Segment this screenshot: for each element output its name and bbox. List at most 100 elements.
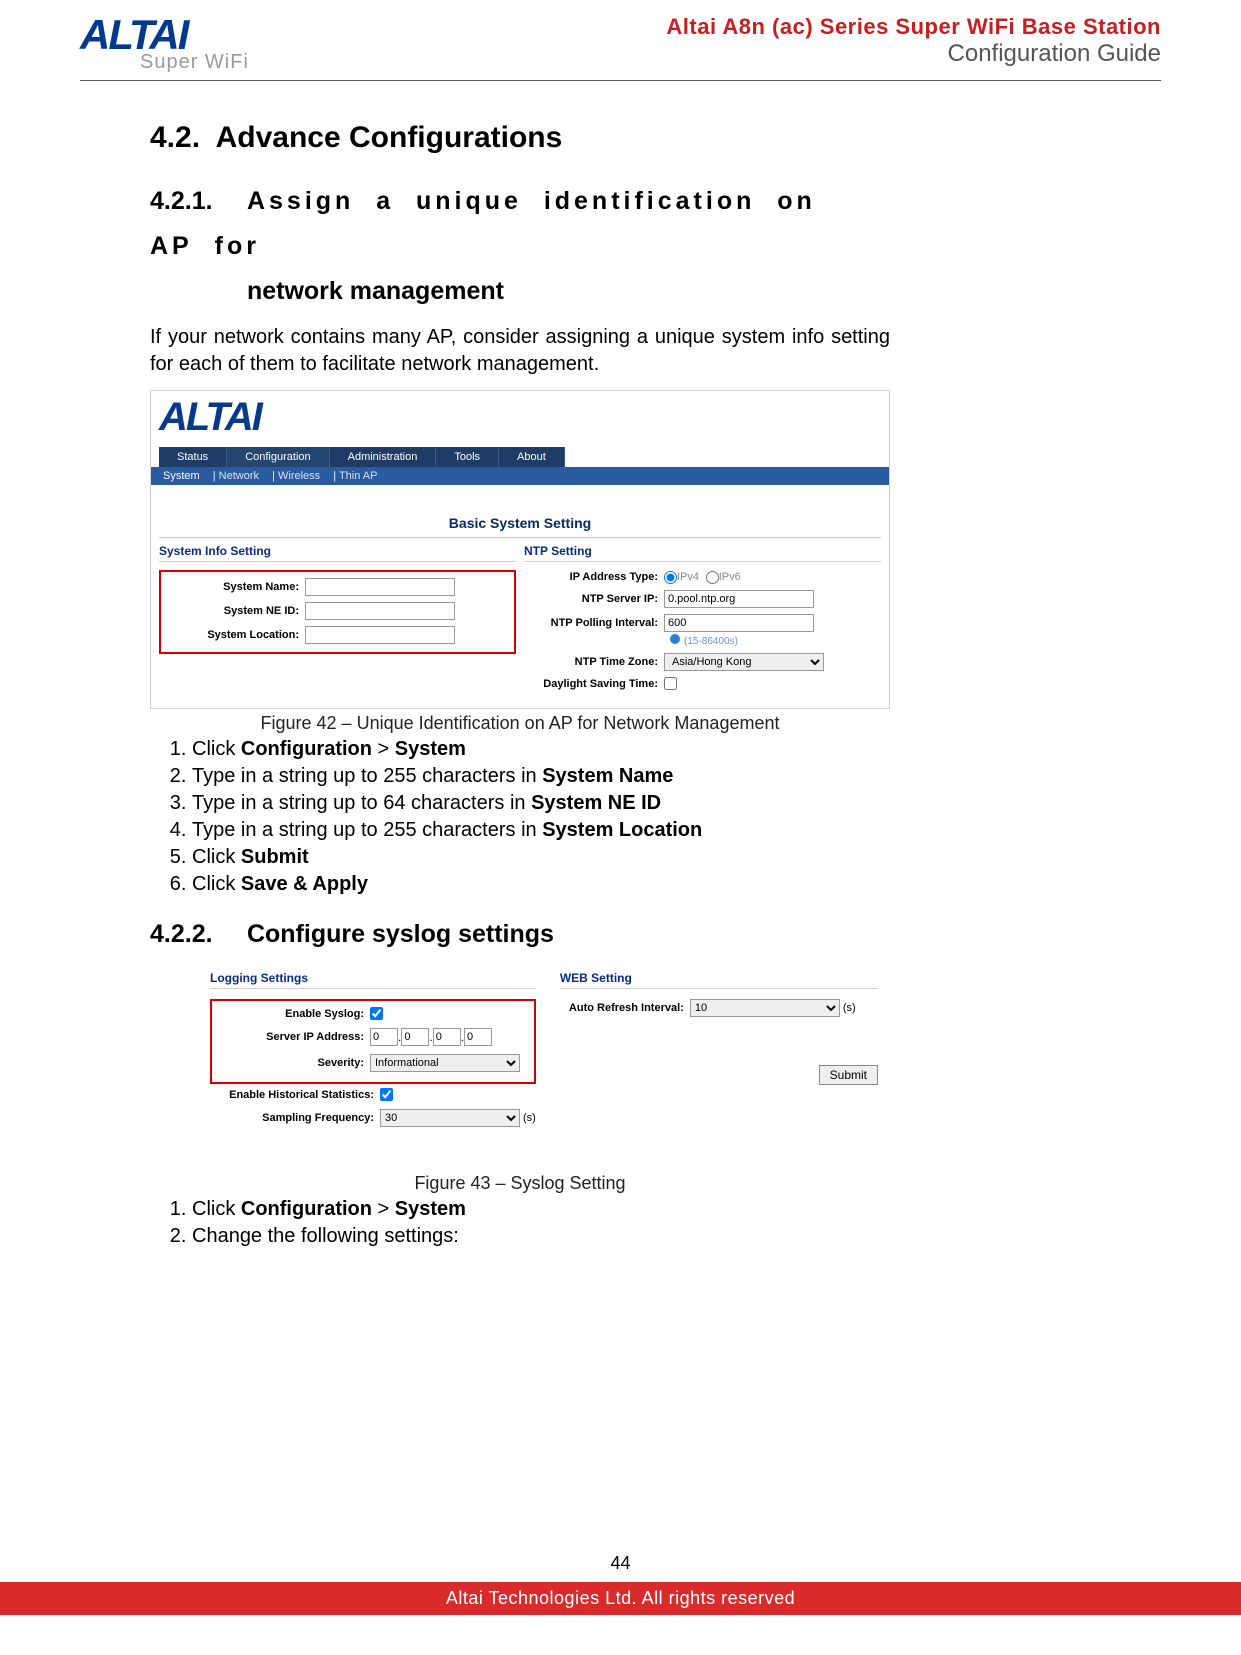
logo-subtext: Super WiFi: [140, 52, 249, 72]
col-left: System Info Setting System Name: System …: [159, 544, 516, 696]
subtab-network[interactable]: Network: [219, 470, 259, 482]
label-ntp-poll: NTP Polling Interval:: [524, 617, 664, 629]
cols2: Logging Settings Enable Syslog: Server I…: [210, 971, 878, 1135]
input-system-ne-id[interactable]: [305, 602, 455, 620]
ip-octet-3[interactable]: [433, 1028, 461, 1046]
cols: System Info Setting System Name: System …: [151, 544, 889, 708]
doc-title-block: Altai A8n (ac) Series Super WiFi Base St…: [666, 14, 1161, 68]
ip-octet-2[interactable]: [401, 1028, 429, 1046]
col-right: NTP Setting IP Address Type: IPv4 IPv6 N…: [524, 544, 881, 696]
info-icon: [670, 634, 680, 644]
steps-4-2-2: Click Configuration > System Change the …: [192, 1196, 890, 1250]
step3: Type in a string up to 64 characters in …: [192, 790, 890, 817]
field-enable-syslog: Enable Syslog:: [220, 1007, 526, 1020]
heading-4-2: 4.2. Advance Configurations: [150, 121, 890, 155]
heading-4-2-1-title-line1: Assign a unique identification on AP for: [150, 187, 827, 260]
ip-octet-4[interactable]: [464, 1028, 492, 1046]
label-server-ip: Server IP Address:: [220, 1031, 370, 1043]
heading-4-2-1-title-line2: network management: [247, 277, 504, 305]
hint-text: (15-86400s): [684, 636, 738, 647]
radio-ipv6-label: IPv6: [719, 571, 741, 583]
select-severity[interactable]: Informational: [370, 1054, 520, 1072]
label-ntp-server: NTP Server IP:: [524, 593, 664, 605]
input-ntp-server[interactable]: [664, 590, 814, 608]
step1b: Click Configuration > System: [192, 1196, 890, 1223]
label-ntp-tz: NTP Time Zone:: [524, 656, 664, 668]
radio-ipv6[interactable]: [706, 571, 719, 584]
tab-configuration[interactable]: Configuration: [227, 447, 329, 467]
field-system-location: System Location:: [165, 626, 510, 644]
heading-4-2-2: 4.2.2. Configure syslog settings: [150, 912, 890, 957]
webui-logo: ALTAI: [159, 395, 261, 439]
logo-block: ALTAI Super WiFi: [80, 14, 249, 72]
input-system-location[interactable]: [305, 626, 455, 644]
field-system-ne-id: System NE ID:: [165, 602, 510, 620]
system-info-setting-head: System Info Setting: [159, 544, 516, 562]
doc-title: Altai A8n (ac) Series Super WiFi Base St…: [666, 14, 1161, 40]
tab-about[interactable]: About: [499, 447, 565, 467]
field-historical-stats: Enable Historical Statistics:: [210, 1088, 536, 1101]
subtab-wireless[interactable]: Wireless: [278, 470, 320, 482]
footer-copyright: Altai Technologies Ltd. All rights reser…: [0, 1582, 1241, 1615]
col2-left: Logging Settings Enable Syslog: Server I…: [210, 971, 536, 1135]
field-ip-type: IP Address Type: IPv4 IPv6: [524, 570, 881, 584]
checkbox-enable-syslog[interactable]: [370, 1007, 383, 1020]
step2: Type in a string up to 255 characters in…: [192, 763, 890, 790]
label-ip-type: IP Address Type:: [524, 571, 664, 583]
tab-status[interactable]: Status: [159, 447, 227, 467]
select-ntp-tz[interactable]: Asia/Hong Kong: [664, 653, 824, 671]
field-auto-refresh: Auto Refresh Interval: 10 (s): [560, 999, 878, 1017]
tab-administration[interactable]: Administration: [330, 447, 437, 467]
para-4-2-1: If your network contains many AP, consid…: [150, 324, 890, 378]
webui-subtabs: System | Network | Wireless | Thin AP: [151, 467, 889, 485]
content: 4.2. Advance Configurations 4.2.1. Assig…: [150, 121, 890, 1250]
hint-ntp-poll: (15-86400s): [670, 634, 881, 647]
label-dst: Daylight Saving Time:: [524, 678, 664, 690]
ip-octet-1[interactable]: [370, 1028, 398, 1046]
select-sampling-freq[interactable]: 30: [380, 1109, 520, 1127]
redbox-logging: Enable Syslog: Server IP Address: . . . …: [210, 999, 536, 1084]
redbox-system-info: System Name: System NE ID: System Locati…: [159, 570, 516, 654]
field-ntp-poll: NTP Polling Interval:: [524, 614, 881, 632]
label-system-location: System Location:: [165, 629, 305, 641]
label-system-name: System Name:: [165, 581, 305, 593]
field-severity: Severity: Informational: [220, 1054, 526, 1072]
label-severity: Severity:: [220, 1057, 370, 1069]
field-server-ip: Server IP Address: . . .: [220, 1028, 526, 1046]
submit-button[interactable]: Submit: [819, 1065, 878, 1085]
subtab-system[interactable]: System: [163, 470, 200, 482]
unit-s-samp: (s): [523, 1112, 536, 1124]
radio-ipv4-label: IPv4: [677, 571, 699, 583]
heading-4-2-2-title: Configure syslog settings: [247, 920, 554, 948]
page-footer: 44 Altai Technologies Ltd. All rights re…: [0, 1553, 1241, 1615]
figure-42-caption: Figure 42 – Unique Identification on AP …: [150, 713, 890, 734]
col2-right: WEB Setting Auto Refresh Interval: 10 (s…: [560, 971, 878, 1135]
heading-4-2-1-num: 4.2.1.: [150, 179, 240, 224]
step1: Click Configuration > System: [192, 736, 890, 763]
radio-ipv4[interactable]: [664, 571, 677, 584]
logo-text: ALTAI: [80, 14, 249, 56]
figure-42-screenshot: ALTAI Status Configuration Administratio…: [150, 390, 890, 709]
checkbox-historical-stats[interactable]: [380, 1088, 393, 1101]
steps-4-2-1: Click Configuration > System Type in a s…: [192, 736, 890, 898]
heading-4-2-2-num: 4.2.2.: [150, 912, 240, 957]
label-sampling-freq: Sampling Frequency:: [210, 1112, 380, 1124]
input-ntp-poll[interactable]: [664, 614, 814, 632]
doc-subtitle: Configuration Guide: [666, 40, 1161, 68]
step6: Click Save & Apply: [192, 871, 890, 898]
step2b: Change the following settings:: [192, 1223, 890, 1250]
logging-settings-head: Logging Settings: [210, 971, 536, 989]
subtab-thinap[interactable]: Thin AP: [339, 470, 378, 482]
select-auto-refresh[interactable]: 10: [690, 999, 840, 1017]
figure-43-caption: Figure 43 – Syslog Setting: [150, 1173, 890, 1194]
field-dst: Daylight Saving Time:: [524, 677, 881, 690]
unit-s-auto: (s): [843, 1002, 856, 1014]
figure-43-screenshot: Logging Settings Enable Syslog: Server I…: [150, 967, 890, 1143]
tab-tools[interactable]: Tools: [436, 447, 499, 467]
input-system-name[interactable]: [305, 578, 455, 596]
label-system-ne-id: System NE ID:: [165, 605, 305, 617]
field-ntp-server: NTP Server IP:: [524, 590, 881, 608]
label-auto-refresh: Auto Refresh Interval:: [560, 1002, 690, 1014]
checkbox-dst[interactable]: [664, 677, 677, 690]
step4: Type in a string up to 255 characters in…: [192, 817, 890, 844]
